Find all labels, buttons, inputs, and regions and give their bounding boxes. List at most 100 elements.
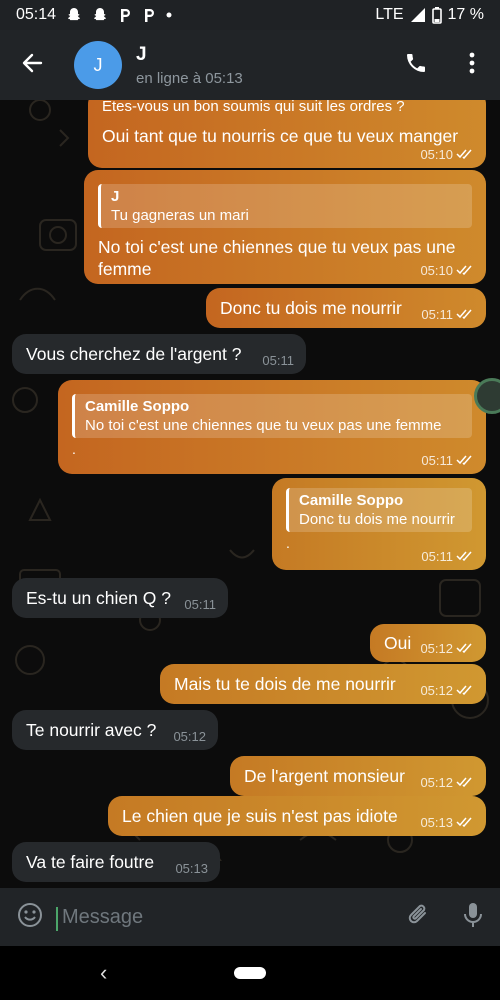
double-check-icon	[456, 263, 474, 278]
double-check-icon	[456, 641, 474, 656]
message-list[interactable]: Etes-vous un bon soumis qui suit les ord…	[0, 100, 500, 888]
outgoing-message[interactable]: De l'argent monsieur 05:12	[230, 756, 486, 796]
text-cursor	[56, 906, 58, 931]
outgoing-message[interactable]: Le chien que je suis n'est pas idiote 05…	[108, 796, 486, 836]
signal-icon	[410, 7, 426, 23]
outgoing-message[interactable]: Oui 05:12	[370, 624, 486, 662]
avatar-letter: J	[93, 54, 103, 75]
reply-text: No toi c'est une chiennes que tu veux pa…	[85, 417, 442, 434]
incoming-message[interactable]: Es-tu un chien Q ? 05:11	[12, 578, 228, 618]
outgoing-message[interactable]: Donc tu dois me nourrir 05:11	[206, 288, 486, 328]
message-time: 05:11	[262, 353, 294, 368]
double-check-icon	[456, 147, 474, 162]
microphone-icon	[463, 901, 483, 934]
home-pill[interactable]	[234, 967, 266, 979]
double-check-icon	[456, 307, 474, 322]
snapchat-icon	[66, 7, 82, 23]
message-time: 05:11	[421, 549, 453, 564]
reply-preview-text: Etes-vous un bon soumis qui suit les ord…	[102, 100, 405, 115]
message-text: .	[72, 441, 76, 457]
more-options-button[interactable]	[444, 30, 500, 100]
double-check-icon	[456, 775, 474, 790]
message-time: 05:10	[420, 147, 453, 162]
snapchat-icon	[92, 7, 108, 23]
double-check-icon	[456, 683, 474, 698]
online-status: en ligne à 05:13	[136, 69, 243, 87]
message-time: 05:10	[420, 263, 453, 278]
composer: Message	[0, 888, 500, 946]
message-meta: 05:11	[421, 549, 474, 564]
pinterest-icon	[118, 7, 132, 23]
message-meta: 05:13	[420, 815, 474, 830]
incoming-message[interactable]: Va te faire foutre 05:13	[12, 842, 220, 882]
message-time: 05:12	[420, 641, 453, 656]
avatar[interactable]: J	[74, 41, 122, 89]
outgoing-message[interactable]: Etes-vous un bon soumis qui suit les ord…	[88, 100, 486, 168]
attach-button[interactable]	[392, 902, 446, 933]
back-button[interactable]	[0, 30, 64, 100]
arrow-left-icon	[21, 52, 43, 79]
message-time: 05:12	[420, 683, 453, 698]
message-meta: 05:12	[420, 775, 474, 790]
chat-header: J J en ligne à 05:13	[0, 30, 500, 100]
message-text: Oui tant que tu nourris ce que tu veux m…	[102, 126, 459, 146]
message-time: 05:12	[173, 729, 206, 744]
voice-record-button[interactable]	[446, 901, 500, 934]
message-meta: 05:10	[420, 263, 474, 278]
message-meta: 05:11	[421, 307, 474, 322]
message-input[interactable]: Message	[56, 905, 392, 931]
message-meta: 05:11	[184, 597, 216, 612]
message-meta: 05:10	[420, 147, 474, 162]
network-type: LTE	[375, 6, 404, 23]
message-time: 05:13	[420, 815, 453, 830]
emoji-icon	[17, 902, 43, 933]
double-check-icon	[456, 549, 474, 564]
reply-author: J	[111, 188, 120, 205]
incoming-message[interactable]: Te nourrir avec ? 05:12	[12, 710, 218, 750]
message-time: 05:12	[420, 775, 453, 790]
reply-text: Tu gagneras un mari	[111, 207, 249, 224]
chat-title-block[interactable]: J en ligne à 05:13	[136, 44, 243, 87]
message-time: 05:11	[184, 597, 216, 612]
reply-quote[interactable]: Camille Soppo Donc tu dois me nourrir	[286, 488, 472, 532]
outgoing-message[interactable]: Mais tu te dois de me nourrir 05:12	[160, 664, 486, 704]
message-text-line: No toi c'est une chiennes que tu veux pa…	[98, 237, 456, 257]
emoji-button[interactable]	[0, 902, 60, 933]
message-meta: 05:12	[173, 729, 206, 744]
outgoing-message[interactable]: Camille Soppo No toi c'est une chiennes …	[58, 380, 486, 474]
call-button[interactable]	[388, 30, 444, 100]
message-text: Vous cherchez de l'argent ?	[26, 344, 242, 364]
message-meta: 05:11	[421, 453, 474, 468]
reply-text: Donc tu dois me nourrir	[299, 511, 455, 528]
clock: 05:14	[16, 6, 57, 23]
more-vert-icon	[469, 52, 475, 79]
battery-level: 17 %	[447, 6, 484, 23]
phone-icon	[404, 51, 428, 80]
reply-quote[interactable]: Camille Soppo No toi c'est une chiennes …	[72, 394, 472, 438]
message-placeholder: Message	[62, 905, 144, 928]
reply-author: Camille Soppo	[85, 398, 190, 415]
message-meta: 05:13	[175, 861, 208, 876]
double-check-icon	[456, 815, 474, 830]
double-check-icon	[456, 453, 474, 468]
reply-author: Camille Soppo	[299, 492, 404, 509]
pinterest-icon	[142, 7, 156, 23]
message-meta: 05:12	[420, 683, 474, 698]
outgoing-message[interactable]: J Tu gagneras un mari No toi c'est une c…	[84, 170, 486, 284]
battery-icon	[431, 6, 442, 24]
status-bar: 05:14 LTE 17 %	[0, 0, 500, 30]
nav-back-icon[interactable]: ‹	[100, 960, 107, 986]
notification-dot-icon	[166, 12, 172, 18]
system-navigation: ‹	[0, 946, 500, 1000]
incoming-message[interactable]: Vous cherchez de l'argent ? 05:11	[12, 334, 306, 374]
message-meta: 05:11	[262, 353, 294, 368]
message-time: 05:11	[421, 453, 453, 468]
message-time: 05:13	[175, 861, 208, 876]
message-text-line: femme	[98, 259, 152, 279]
contact-name: J	[136, 43, 147, 65]
message-meta: 05:12	[420, 641, 474, 656]
reply-quote[interactable]: J Tu gagneras un mari	[98, 184, 472, 228]
message-time: 05:11	[421, 307, 453, 322]
outgoing-message[interactable]: Camille Soppo Donc tu dois me nourrir . …	[272, 478, 486, 570]
paperclip-icon	[407, 902, 431, 933]
